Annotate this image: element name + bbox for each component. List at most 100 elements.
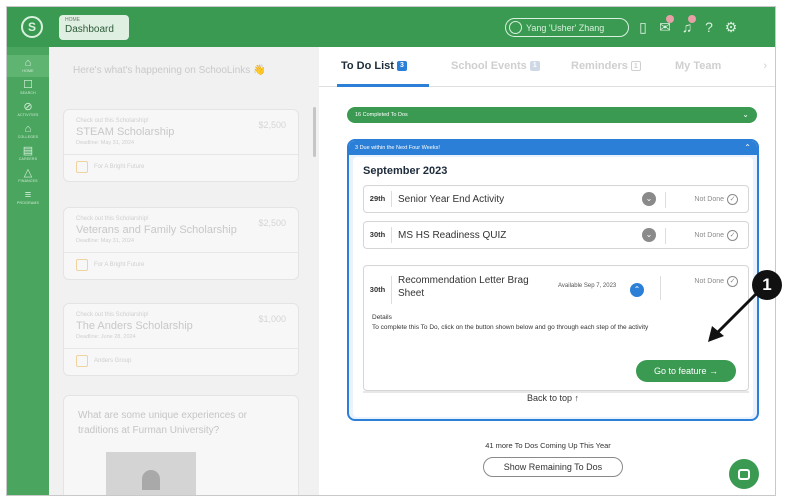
due-soon-header[interactable]: 3 Due within the Next Four Weeks! ⌃ — [349, 141, 757, 155]
scholarship-deadline: Deadline: June 28, 2024 — [76, 334, 136, 340]
todo-row[interactable]: 29th Senior Year End Activity ⌄ Not Done… — [363, 185, 749, 213]
chevron-up-icon: ⌃ — [744, 143, 751, 152]
check-circle-icon: ✓ — [727, 229, 738, 241]
scholarship-amount: $2,500 — [258, 120, 286, 130]
feed-scrollbar[interactable] — [313, 107, 316, 157]
home-icon: ⌂ — [24, 57, 32, 69]
chat-icon — [738, 468, 750, 480]
back-to-top-link[interactable]: Back to top ↑ — [353, 393, 753, 403]
bell-badge — [688, 15, 696, 23]
scholarship-amount: $1,000 — [258, 314, 286, 324]
person-silhouette — [142, 470, 160, 490]
org-icon — [76, 259, 88, 271]
todo-row[interactable]: 30th MS HS Readiness QUIZ ⌄ Not Done ✓ — [363, 221, 749, 249]
sidebar-item-label: HOME — [22, 69, 34, 73]
todo-panel: To Do List 3 School Events 1 Reminders 1… — [319, 47, 775, 495]
divider — [665, 228, 666, 244]
details-description: To complete this To Do, click on the but… — [372, 324, 649, 331]
completed-todos-bar[interactable]: 16 Completed To Dos ⌄ — [347, 107, 757, 123]
colleges-icon: ⌂ — [24, 123, 32, 135]
card-kicker: Check out this Scholarship! — [76, 216, 149, 222]
sidebar-item-label: PROGRAMS — [16, 201, 40, 205]
todo-date: 29th — [364, 191, 392, 207]
programs-icon: ≡ — [24, 189, 32, 201]
divider — [64, 154, 298, 155]
breadcrumb[interactable]: HOME Dashboard — [59, 15, 129, 40]
sidebar-item-home[interactable]: ⌂ HOME — [7, 55, 49, 77]
tab-count: 1 — [529, 61, 540, 71]
go-to-feature-button[interactable]: Go to feature → — [636, 360, 736, 382]
sidebar-item-search[interactable]: ☐ SEARCH — [7, 77, 49, 99]
availability-date: Available Sep 7, 2023 — [558, 283, 617, 289]
sidebar-item-programs[interactable]: ≡ PROGRAMS — [7, 187, 49, 209]
document-icon[interactable]: ▯ — [635, 18, 651, 36]
activities-icon: ⊘ — [23, 101, 33, 113]
org-icon — [76, 161, 88, 173]
sidebar-item-label: CAREERS — [18, 157, 38, 161]
scholarship-org: Anders Group — [76, 355, 286, 367]
tab-reminders[interactable]: Reminders 1 — [571, 60, 641, 72]
month-heading: September 2023 — [363, 165, 448, 177]
todo-title: Recommendation Letter Brag Sheet — [398, 275, 529, 299]
user-menu[interactable]: Yang 'Usher' Zhang — [505, 18, 629, 37]
status-label: Not Done — [694, 231, 724, 239]
collapse-chevron-icon[interactable]: ⌃ — [630, 283, 644, 297]
expand-chevron-icon[interactable]: ⌄ — [642, 192, 656, 206]
sidebar-item-colleges[interactable]: ⌂ COLLEGES — [7, 121, 49, 143]
todo-title: MS HS Readiness QUIZ — [398, 229, 507, 241]
sidebar-item-finances[interactable]: △ FINANCES — [7, 165, 49, 187]
tab-school-events[interactable]: School Events 1 — [451, 60, 540, 72]
sidebar-item-activities[interactable]: ⊘ ACTIVITIES — [7, 99, 49, 121]
top-bar: S HOME Dashboard Yang 'Usher' Zhang ▯ ✉ … — [7, 7, 775, 47]
dashboard-feed: Here's what's happening on SchooLinks 👋 … — [49, 47, 319, 495]
finances-icon: △ — [23, 167, 33, 179]
gear-icon[interactable]: ⚙ — [723, 18, 739, 36]
org-name: For A Bright Future — [94, 164, 145, 170]
tab-label: Reminders — [571, 60, 628, 72]
card-kicker: Check out this Scholarship! — [76, 312, 149, 318]
scholarship-deadline: Deadline: May 31, 2024 — [76, 238, 135, 244]
sidebar-item-label: SEARCH — [20, 91, 36, 95]
todo-date: 30th — [364, 276, 392, 304]
todo-date: 30th — [364, 227, 392, 243]
question-text: What are some unique experiences or trad… — [78, 410, 247, 436]
sidebar: ⌂ HOME ☐ SEARCH ⊘ ACTIVITIES ⌂ COLLEGES … — [7, 47, 49, 495]
todo-title: Senior Year End Activity — [398, 193, 505, 205]
annotation-callout: 1 — [752, 270, 782, 300]
schoolinks-logo[interactable]: S — [21, 16, 43, 38]
help-icon[interactable]: ? — [701, 18, 717, 36]
tab-count: 1 — [630, 61, 641, 71]
mail-badge — [666, 15, 674, 23]
expand-chevron-icon[interactable]: ⌄ — [642, 228, 656, 242]
tab-to-do-list[interactable]: To Do List 3 — [341, 60, 407, 72]
show-remaining-button[interactable]: Show Remaining To Dos — [483, 457, 623, 477]
question-card[interactable]: What are some unique experiences or trad… — [63, 395, 299, 495]
scholarship-card[interactable]: Check out this Scholarship! $1,000 The A… — [63, 303, 299, 376]
divider — [64, 348, 298, 349]
scholarship-card[interactable]: Check out this Scholarship! $2,500 STEAM… — [63, 109, 299, 182]
divider — [64, 252, 298, 253]
details-label: Details — [372, 314, 392, 321]
user-name: Yang 'Usher' Zhang — [526, 22, 605, 33]
tab-label: To Do List — [341, 60, 394, 72]
scholarship-name: STEAM Scholarship — [76, 126, 175, 138]
remaining-count-text: 41 more To Dos Coming Up This Year — [485, 441, 611, 450]
page-title: Dashboard — [65, 24, 114, 35]
tab-my-team[interactable]: My Team — [675, 60, 721, 72]
question-image — [106, 452, 196, 495]
todo-status[interactable]: Not Done ✓ — [694, 229, 738, 241]
chevron-right-icon[interactable]: › — [763, 60, 767, 72]
greeting: Here's what's happening on SchooLinks 👋 — [73, 65, 266, 76]
app-window: S HOME Dashboard Yang 'Usher' Zhang ▯ ✉ … — [6, 6, 776, 496]
divider — [665, 192, 666, 208]
todo-status[interactable]: Not Done ✓ — [694, 193, 738, 205]
status-label: Not Done — [694, 195, 724, 203]
scholarship-name: Veterans and Family Scholarship — [76, 224, 237, 236]
chat-button[interactable] — [729, 459, 759, 489]
sidebar-item-careers[interactable]: ▤ CAREERS — [7, 143, 49, 165]
completed-label: 16 Completed To Dos — [355, 112, 408, 118]
scholarship-card[interactable]: Check out this Scholarship! $2,500 Veter… — [63, 207, 299, 280]
card-kicker: Check out this Scholarship! — [76, 118, 149, 124]
scholarship-deadline: Deadline: May 31, 2024 — [76, 140, 135, 146]
divider — [660, 276, 661, 300]
